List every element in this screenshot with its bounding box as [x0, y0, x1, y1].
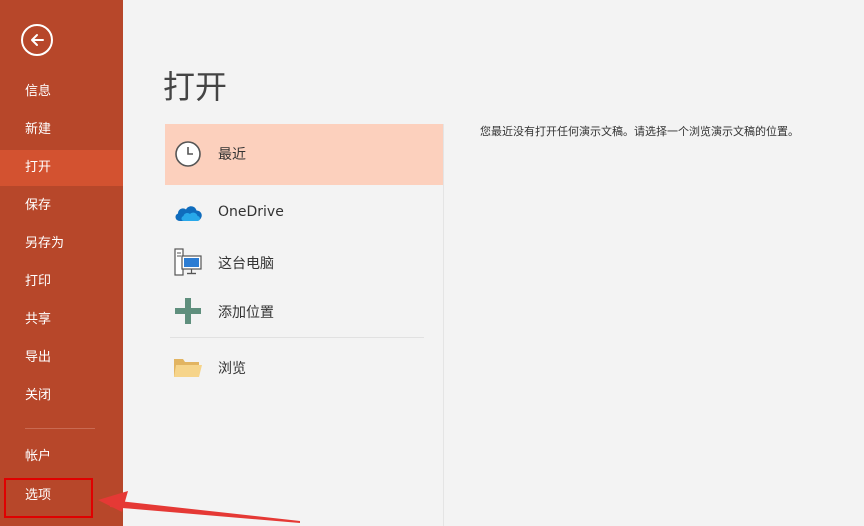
folder-icon: [173, 352, 203, 382]
page-title: 打开: [163, 68, 228, 106]
location-recent[interactable]: 最近: [165, 124, 443, 185]
nav-item-close[interactable]: 关闭: [0, 378, 123, 414]
location-this-pc-label: 这台电脑: [218, 256, 274, 272]
backstage-sidebar: 信息 新建 打开 保存 另存为 打印 共享 导出 关闭 帐户 选项: [0, 0, 123, 526]
location-browse-label: 浏览: [218, 361, 246, 377]
nav-item-info[interactable]: 信息: [0, 74, 123, 110]
location-add-place[interactable]: 添加位置: [165, 288, 443, 334]
panel-divider: [443, 124, 444, 526]
nav-item-export[interactable]: 导出: [0, 340, 123, 376]
location-browse[interactable]: 浏览: [165, 344, 443, 390]
back-arrow-icon: [29, 32, 45, 48]
location-recent-label: 最近: [218, 147, 246, 163]
nav-item-save[interactable]: 保存: [0, 188, 123, 224]
nav-item-options[interactable]: 选项: [0, 478, 123, 514]
back-button[interactable]: [21, 24, 53, 56]
nav-item-account[interactable]: 帐户: [0, 439, 123, 475]
nav-item-save-as[interactable]: 另存为: [0, 226, 123, 262]
nav-item-print[interactable]: 打印: [0, 264, 123, 300]
nav-item-share[interactable]: 共享: [0, 302, 123, 338]
nav-item-open[interactable]: 打开: [0, 150, 123, 186]
location-this-pc[interactable]: 这台电脑: [165, 239, 443, 285]
location-add-place-label: 添加位置: [218, 305, 274, 321]
nav-item-new[interactable]: 新建: [0, 112, 123, 148]
location-onedrive-label: OneDrive: [218, 204, 284, 220]
no-recent-message: 您最近没有打开任何演示文稿。请选择一个浏览演示文稿的位置。: [480, 125, 799, 138]
clock-icon: [173, 139, 203, 169]
locations-divider: [170, 337, 424, 338]
nav-divider: [25, 428, 95, 429]
location-onedrive[interactable]: OneDrive: [165, 190, 443, 236]
cloud-icon: [173, 198, 203, 228]
plus-icon: [173, 296, 203, 326]
computer-icon: [173, 247, 203, 277]
